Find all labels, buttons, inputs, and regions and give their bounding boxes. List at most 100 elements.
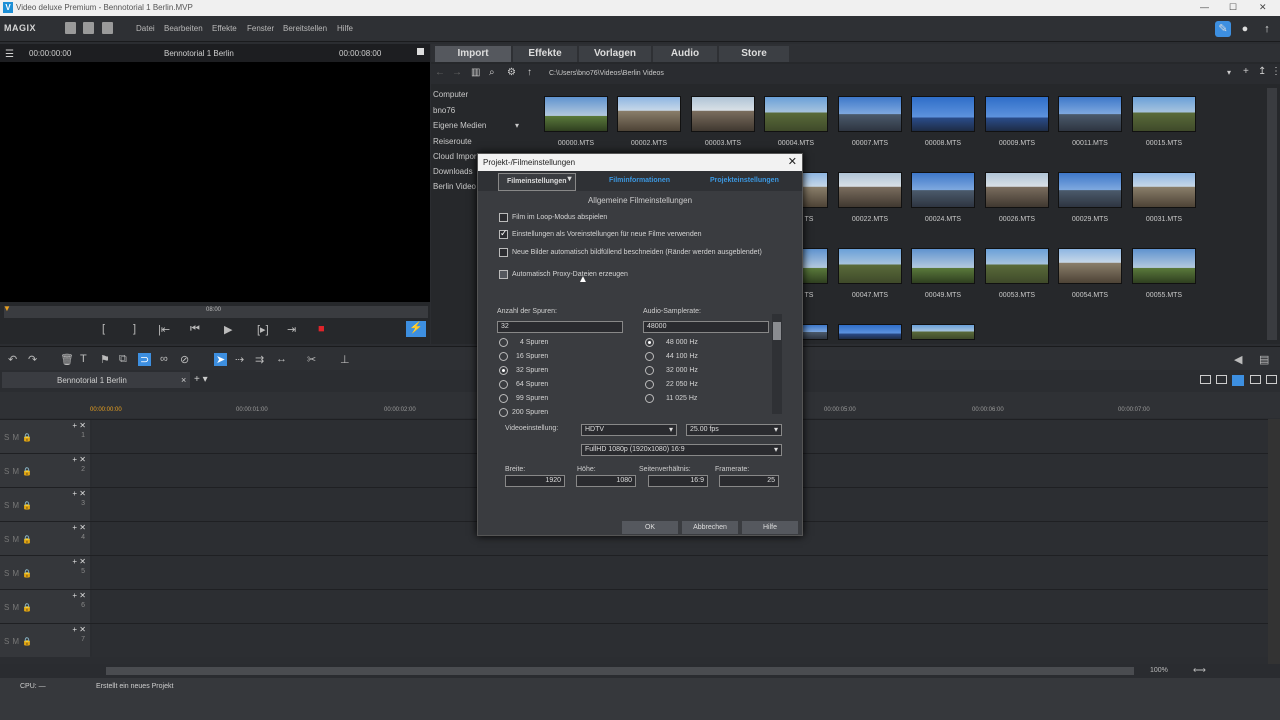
scroll-thumb[interactable] — [106, 667, 1134, 675]
tracks-input[interactable]: 32 — [497, 321, 623, 333]
playhead-marker-icon[interactable]: ▼ — [3, 304, 11, 313]
stretch-tool-icon[interactable]: ↔ — [276, 353, 287, 365]
audio-samplerate-input[interactable]: 48000 — [643, 321, 769, 333]
pin-icon[interactable]: ✎ — [1215, 21, 1231, 37]
menu-effekte[interactable]: Effekte — [212, 24, 237, 33]
group-icon[interactable]: ⧉ — [119, 353, 127, 366]
thumbnail-00002[interactable] — [617, 96, 681, 132]
tab-store[interactable]: Store — [719, 46, 789, 62]
view-mode-3-icon[interactable] — [1232, 375, 1244, 386]
track-controls[interactable]: + ✕ — [72, 489, 86, 498]
help-button[interactable]: Hilfe — [742, 521, 798, 534]
volume-icon[interactable]: ◀ — [1234, 353, 1242, 366]
radio-4-tracks[interactable] — [499, 338, 508, 347]
tree-item-berlin-videos[interactable]: Berlin Video — [433, 182, 476, 191]
radio-64-tracks[interactable] — [499, 380, 508, 389]
tab-vorlagen[interactable]: Vorlagen — [579, 46, 651, 62]
settings-icon[interactable]: ● — [1237, 21, 1253, 37]
tree-item-user[interactable]: bno76 — [433, 106, 455, 115]
track-icons[interactable]: SM🔒 — [4, 501, 35, 510]
loop-mode-checkbox[interactable] — [499, 213, 508, 222]
end-icon[interactable]: ⇥ — [287, 323, 296, 336]
view-mode-2-icon[interactable] — [1216, 375, 1227, 384]
forward-icon[interactable]: → — [452, 67, 462, 78]
prev-marker-icon[interactable]: |⇤ — [158, 323, 170, 336]
thumbnail-00054[interactable] — [1058, 248, 1122, 284]
track-lane[interactable] — [92, 556, 1268, 589]
tab-projekteinstellungen[interactable]: Projekteinstellungen — [710, 177, 779, 184]
tree-item-downloads[interactable]: Downloads — [433, 167, 473, 176]
view-mode-5-icon[interactable] — [1266, 375, 1277, 384]
radio-32000[interactable] — [645, 366, 654, 375]
preview-monitor[interactable] — [0, 44, 430, 344]
radio-11025[interactable] — [645, 394, 654, 403]
multi-tool-icon[interactable]: ⇉ — [255, 353, 264, 366]
path-text[interactable]: C:\Users\bno76\Videos\Berlin Videos — [549, 70, 664, 77]
ok-button[interactable]: OK — [622, 521, 678, 534]
track-icons[interactable]: SM🔒 — [4, 433, 35, 442]
timeline-vscroll[interactable] — [1268, 419, 1280, 664]
thumbnail-00026[interactable] — [985, 172, 1049, 208]
track-header[interactable]: + ✕ SM🔒 5 — [0, 556, 90, 589]
width-input[interactable]: 1920 — [505, 475, 565, 487]
menu-bearbeiten[interactable]: Bearbeiten — [164, 24, 203, 33]
tree-item-computer[interactable]: Computer — [433, 90, 468, 99]
save-icon[interactable] — [102, 22, 113, 34]
previous-frame-icon[interactable]: ⏮ — [190, 323, 200, 336]
track-header[interactable]: + ✕ SM🔒 6 — [0, 590, 90, 623]
use-as-default-checkbox[interactable] — [499, 228, 508, 239]
thumbnail-00009[interactable] — [985, 96, 1049, 132]
in-point-icon[interactable]: [ — [102, 323, 105, 335]
track-controls[interactable]: + ✕ — [72, 591, 86, 600]
video-standard-select[interactable]: HDTV — [581, 424, 677, 436]
media-scrollbar[interactable] — [1267, 88, 1277, 340]
chevron-down-icon[interactable]: ▾ — [515, 121, 519, 130]
thumbnail-00007[interactable] — [838, 96, 902, 132]
timeline-hscroll[interactable]: 100% ⟷ — [0, 664, 1280, 678]
export-marker-icon[interactable]: ⊥ — [340, 353, 350, 366]
redo-icon[interactable]: ↷ — [28, 353, 37, 366]
thumbnail-00003[interactable] — [691, 96, 755, 132]
thumbnail-00008[interactable] — [911, 96, 975, 132]
thumbnail-00000[interactable] — [544, 96, 608, 132]
menu-hilfe[interactable]: Hilfe — [337, 24, 353, 33]
import-icon[interactable]: ↥ — [1258, 66, 1266, 77]
unlink-icon[interactable]: ⊘ — [180, 353, 189, 366]
tree-item-eigene-medien[interactable]: Eigene Medien — [433, 121, 486, 130]
track-lane[interactable] — [92, 624, 1268, 657]
height-input[interactable]: 1080 — [576, 475, 636, 487]
timeline-tab[interactable]: Bennotorial 1 Berlin × — [2, 372, 190, 388]
aspect-input[interactable]: 16:9 — [648, 475, 708, 487]
cancel-button[interactable]: Abbrechen — [682, 521, 738, 534]
close-tab-icon[interactable]: × — [181, 375, 186, 385]
track-icons[interactable]: SM🔒 — [4, 637, 35, 646]
tab-effekte[interactable]: Effekte — [513, 46, 577, 62]
tab-filminformationen[interactable]: Filminformationen — [609, 177, 670, 184]
fps-select[interactable]: 25.00 fps — [686, 424, 782, 436]
range-tool-icon[interactable]: ⇢ — [235, 353, 244, 366]
record-icon[interactable]: ■ — [318, 323, 325, 335]
thumbnail-00055[interactable] — [1132, 248, 1196, 284]
track-icons[interactable]: SM🔒 — [4, 467, 35, 476]
thumbnail-partial[interactable] — [800, 324, 828, 340]
thumbnail-00011[interactable] — [1058, 96, 1122, 132]
minimize-icon[interactable]: — — [1200, 2, 1209, 12]
audio-scroll-thumb[interactable] — [773, 322, 781, 340]
view-mode-1-icon[interactable] — [1200, 375, 1211, 384]
radio-44100[interactable] — [645, 352, 654, 361]
track-controls[interactable]: + ✕ — [72, 625, 86, 634]
thumbnail-00047[interactable] — [838, 248, 902, 284]
track-header[interactable]: + ✕ SM🔒 7 — [0, 624, 90, 657]
track-controls[interactable]: + ✕ — [72, 523, 86, 532]
cut-icon[interactable]: ✂ — [307, 353, 316, 366]
snap-icon[interactable]: ⊃ — [138, 353, 152, 366]
tab-import[interactable]: Import — [435, 46, 511, 62]
radio-32-tracks[interactable] — [499, 366, 508, 375]
open-folder-icon[interactable] — [83, 22, 94, 34]
proxy-files-checkbox[interactable] — [499, 270, 508, 279]
radio-16-tracks[interactable] — [499, 352, 508, 361]
undo-icon[interactable]: ↶ — [8, 353, 17, 366]
menu-bereitstellen[interactable]: Bereitstellen — [283, 24, 327, 33]
track-header[interactable]: + ✕ SM🔒 3 — [0, 488, 90, 521]
mixer-icon[interactable]: ▤ — [1259, 353, 1269, 366]
